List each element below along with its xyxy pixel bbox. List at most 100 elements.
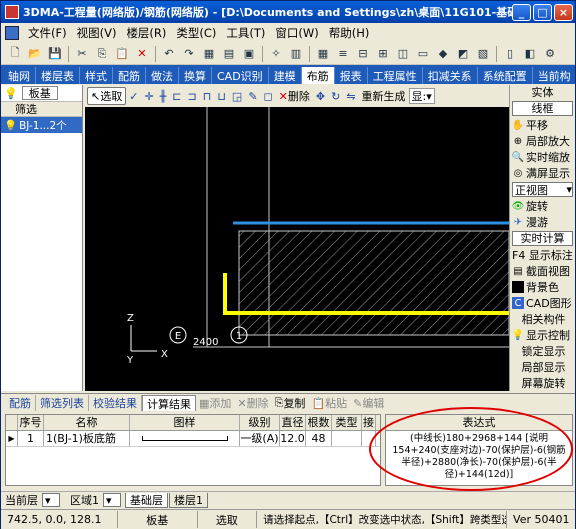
tab-axis[interactable]: 轴网 [3, 67, 36, 84]
screen-rotate-button[interactable]: 屏幕旋转 [510, 375, 575, 391]
tab-convert[interactable]: 换算 [179, 67, 212, 84]
menu-tools[interactable]: 工具(T) [221, 25, 270, 41]
paste-row-button[interactable]: 📋 粘贴 [308, 395, 350, 411]
tab-layout-rebar[interactable]: 布筋 [301, 67, 335, 84]
paste-icon[interactable]: 📋 [114, 46, 130, 62]
wall-icon[interactable]: ▭ [415, 46, 431, 62]
related-components-button[interactable]: 相关构件 [510, 311, 575, 327]
grid-icon[interactable]: ▦ [315, 46, 331, 62]
pile-icon[interactable]: ◧ [522, 46, 538, 62]
redo-icon[interactable]: ↷ [181, 46, 197, 62]
tab-report[interactable]: 报表 [335, 67, 368, 84]
list-item[interactable]: 💡 BJ-1...2个 [1, 117, 82, 133]
copy-icon[interactable]: ⎘ [94, 46, 110, 62]
orbit-button[interactable]: 👁 旋转 [510, 198, 575, 214]
rect-icon-1[interactable]: ⊏ [169, 87, 184, 105]
tab-calc-results[interactable]: 计算结果 [142, 395, 196, 411]
check-icon[interactable]: ✓ [126, 87, 141, 105]
tab-deduction[interactable]: 扣减关系 [423, 67, 478, 84]
tab-current[interactable]: 当前构 [533, 67, 575, 84]
tab-method[interactable]: 做法 [146, 67, 179, 84]
tab-system[interactable]: 系统配置 [478, 67, 533, 84]
hatch-icon[interactable]: ▧ [475, 46, 491, 62]
regenerate-button[interactable]: 重新生成 [359, 87, 409, 105]
wand-icon[interactable]: ✧ [268, 46, 284, 62]
beam-icon[interactable]: ⊞ [375, 46, 391, 62]
zoom-realtime-button[interactable]: 🔍 实时缩放 [510, 149, 575, 165]
cut-icon[interactable]: ✂ [74, 46, 90, 62]
close-button[interactable]: × [554, 3, 573, 21]
new-icon[interactable]: 🗋 [7, 46, 23, 62]
settings-icon[interactable]: ⚙ [542, 46, 558, 62]
calc-icon[interactable]: ▤ [221, 46, 237, 62]
layer-select[interactable]: ▾ [42, 493, 60, 507]
tab-rebar-config[interactable]: 配筋 [5, 395, 36, 411]
report-icon[interactable]: ▥ [288, 46, 304, 62]
menu-type[interactable]: 类型(C) [171, 25, 221, 41]
save-icon[interactable]: 💾 [47, 46, 63, 62]
minimize-button[interactable]: _ [512, 3, 531, 21]
slab-section[interactable] [238, 230, 509, 336]
menu-view[interactable]: 视图(V) [72, 25, 122, 41]
erase-icon[interactable]: ◻ [261, 87, 276, 105]
zoom-window-button[interactable]: ⊕ 局部放大 [510, 133, 575, 149]
cross-icon[interactable]: ✛ [141, 87, 156, 105]
display-select[interactable]: 显: ▾ [408, 88, 435, 104]
entity-label[interactable]: 实体 [510, 85, 575, 100]
tab-project-props[interactable]: 工程属性 [368, 67, 423, 84]
tab-style[interactable]: 样式 [80, 67, 113, 84]
undo-icon[interactable]: ↶ [161, 46, 177, 62]
delete-icon[interactable]: ✕ [134, 46, 150, 62]
tab-rebar[interactable]: 配筋 [113, 67, 146, 84]
slab-icon[interactable]: ◫ [395, 46, 411, 62]
view-select[interactable]: 正视图 ▾ [512, 182, 573, 197]
rect-icon-2[interactable]: ⊐ [185, 87, 200, 105]
stair-icon[interactable]: ◩ [455, 46, 471, 62]
edit-row-button[interactable]: ✎ 编辑 [350, 395, 387, 411]
menu-floor[interactable]: 楼层(R) [121, 25, 171, 41]
region-select[interactable]: ▾ [103, 493, 121, 507]
pan-button[interactable]: ✋ 平移 [510, 117, 575, 133]
layer-tab-floor1[interactable]: 楼层1 [169, 492, 208, 508]
rotate-icon[interactable]: ↻ [328, 87, 343, 105]
menu-window[interactable]: 窗口(W) [270, 25, 323, 41]
menu-help[interactable]: 帮助(H) [324, 25, 375, 41]
background-color-button[interactable]: 背景色 [510, 279, 575, 295]
column-icon[interactable]: ▯ [502, 46, 518, 62]
drawing-canvas[interactable]: E 1 2400 Z X Y [85, 107, 509, 391]
delete-row-button[interactable]: ✕ 删除 [234, 395, 271, 411]
show-annotation-button[interactable]: F4 显示标注 [510, 247, 575, 263]
tab-cad[interactable]: CAD识别 [212, 67, 269, 84]
rect-icon-3[interactable]: ⊓ [200, 87, 215, 105]
section-view-button[interactable]: ▤ 截面视图 [510, 263, 575, 279]
local-display-button[interactable]: 局部显示 [510, 359, 575, 375]
wireframe-button[interactable]: 线框 [512, 101, 573, 116]
table-row[interactable]: ▶ 1 1(BJ-1)板底筋 一级(A) 12.0 48 [6, 431, 380, 447]
move-icon[interactable]: ✥ [313, 87, 328, 105]
filter-header[interactable]: 筛选 [1, 101, 82, 117]
layer-tab-foundation[interactable]: 基础层 [125, 492, 168, 508]
add-button[interactable]: ▦ 添加 [196, 395, 234, 411]
maximize-button[interactable]: □ [533, 3, 552, 21]
rect-icon-4[interactable]: ⊔ [214, 87, 229, 105]
tab-model[interactable]: 建模 [269, 67, 302, 84]
copy-row-button[interactable]: ⎘ 复制 [272, 395, 309, 411]
rect-icon-5[interactable]: ◲ [229, 87, 245, 105]
edit-icon[interactable]: ✎ [245, 87, 260, 105]
mirror-icon[interactable]: ⇋ [343, 87, 358, 105]
image-icon[interactable]: ▣ [241, 46, 257, 62]
tab-floor-table[interactable]: 楼层表 [36, 67, 80, 84]
layer-icon[interactable]: ≡ [335, 46, 351, 62]
lock-display-button[interactable]: 锁定显示 [510, 343, 575, 359]
found-icon[interactable]: ◆ [435, 46, 451, 62]
cad-graphic-button[interactable]: C CAD图形 [510, 295, 575, 311]
app-menu-icon[interactable] [5, 26, 19, 40]
delete-button[interactable]: ✕ 删除 [276, 87, 313, 105]
open-icon[interactable]: 📂 [27, 46, 43, 62]
component-type[interactable]: 板基 [21, 86, 58, 100]
menu-file[interactable]: 文件(F) [23, 25, 72, 41]
floor-icon[interactable]: ⊟ [355, 46, 371, 62]
fit-screen-button[interactable]: ◎ 满屏显示 [510, 165, 575, 181]
parallel-icon[interactable]: ╫ [157, 87, 170, 105]
tab-filter-list[interactable]: 筛选列表 [36, 395, 89, 411]
